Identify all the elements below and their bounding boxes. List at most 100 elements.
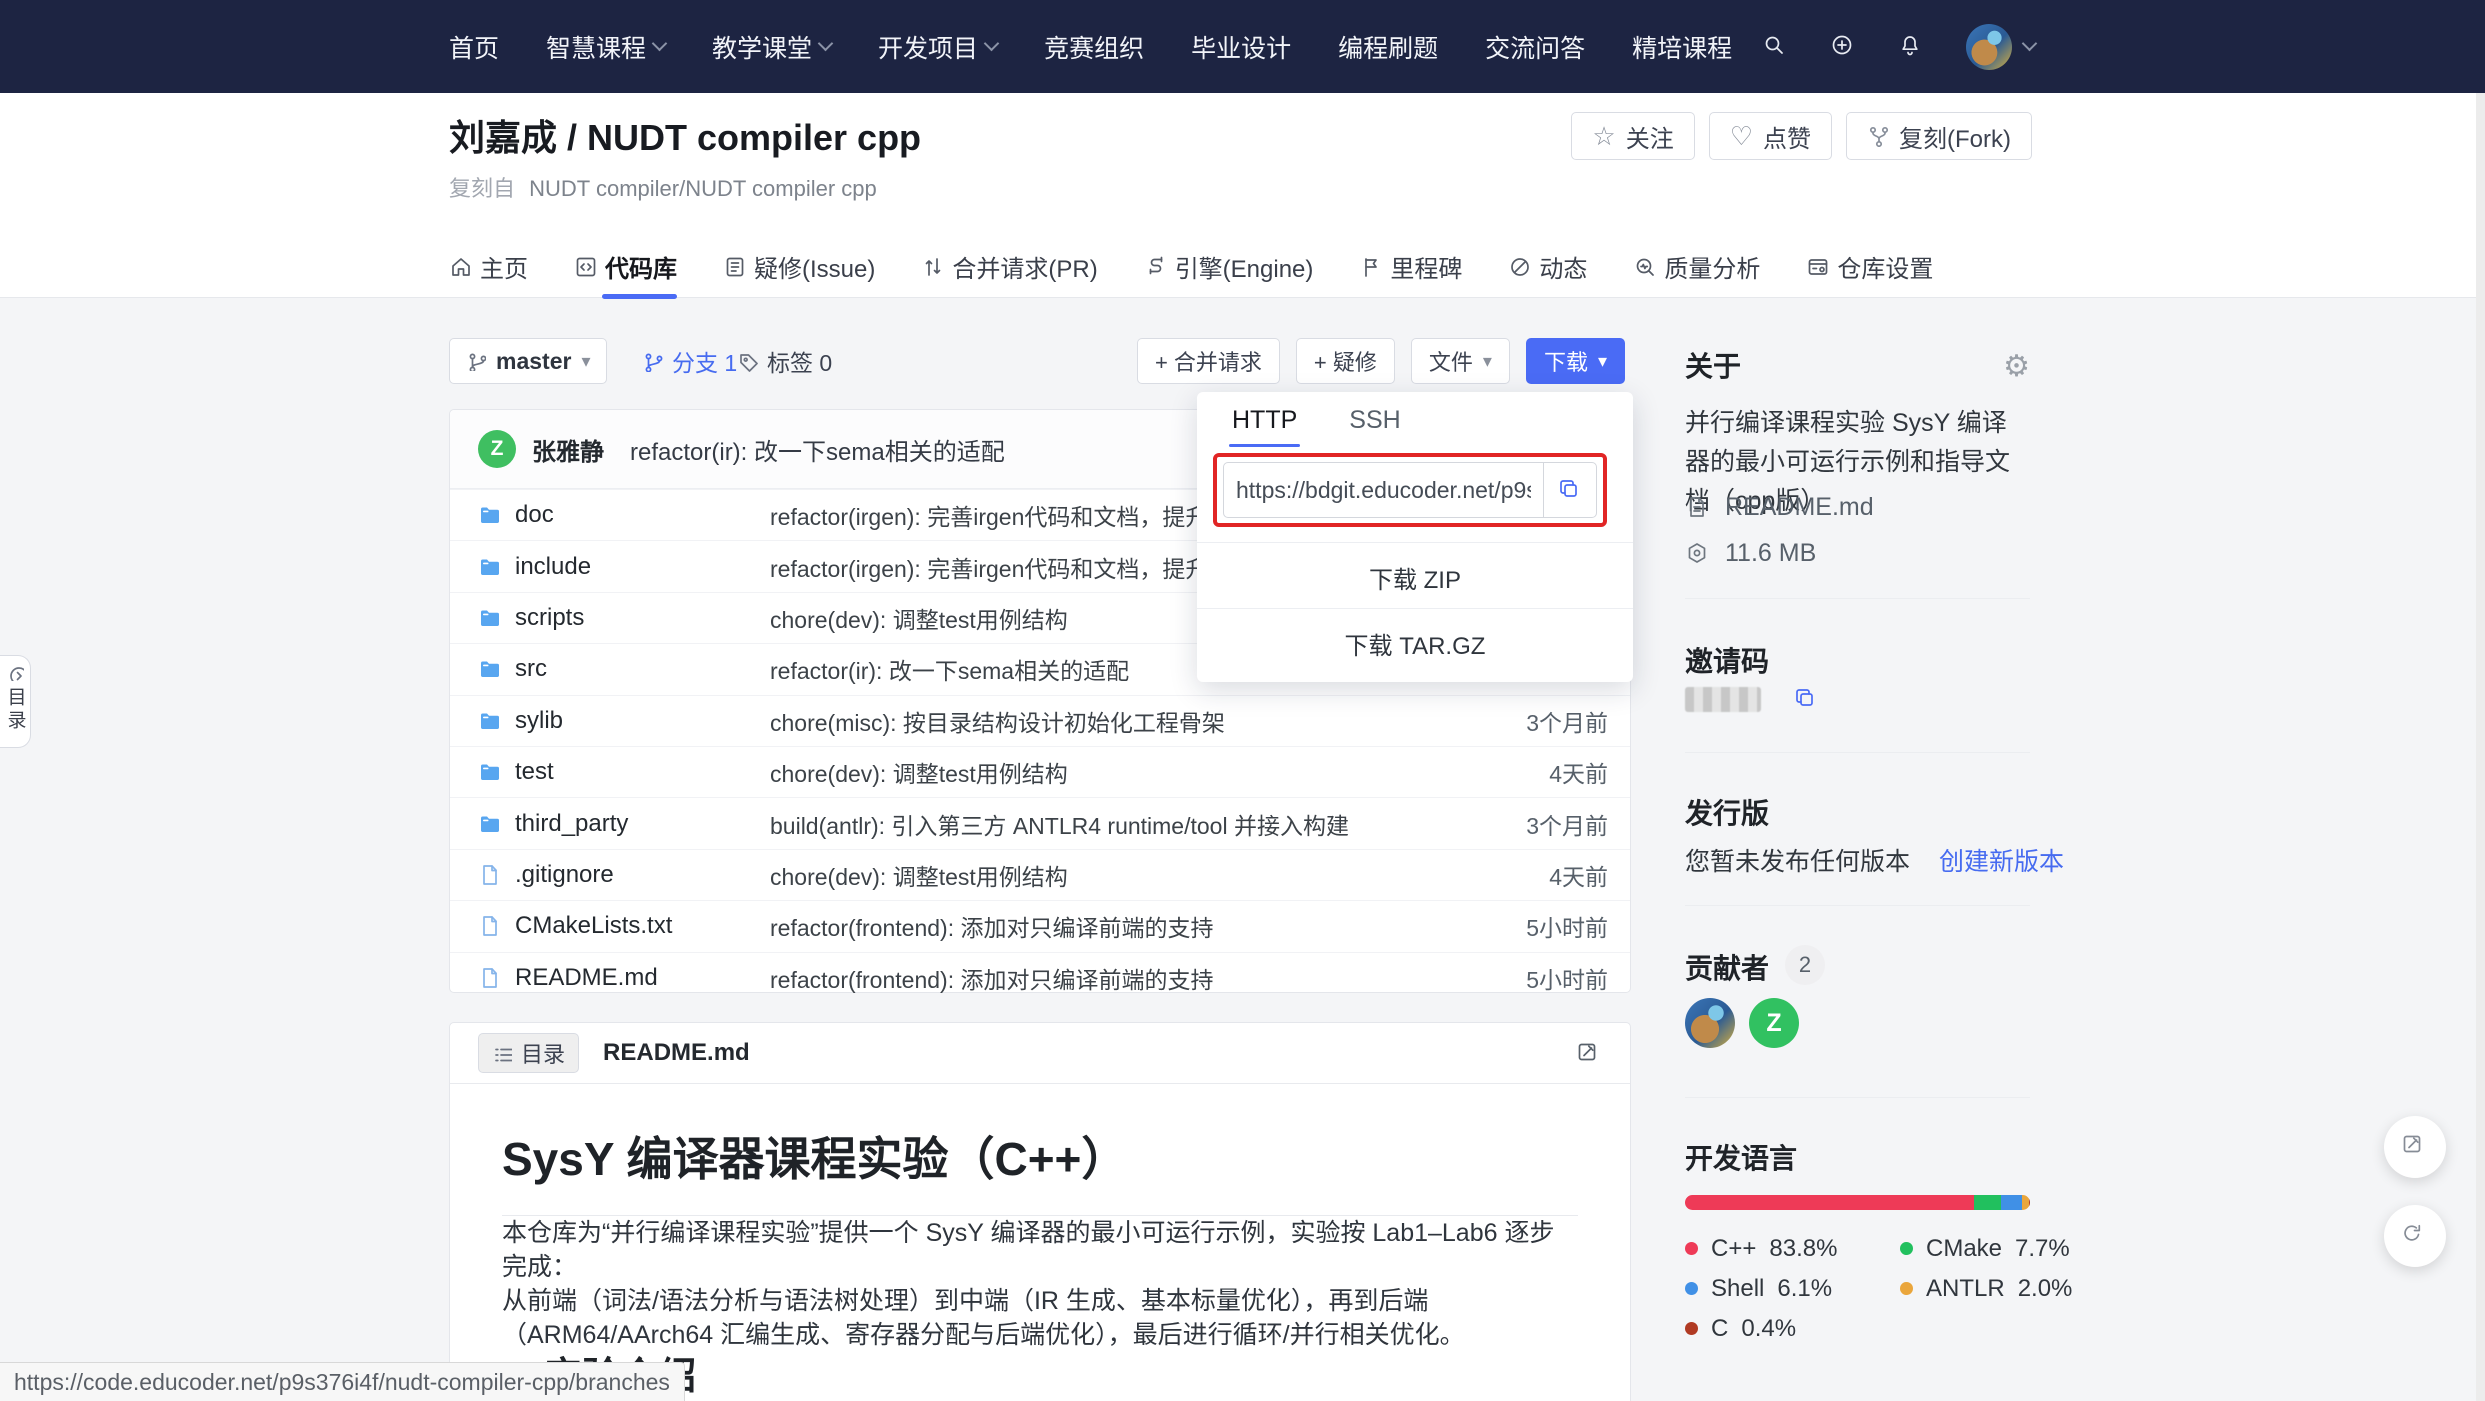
tab-engine[interactable]: 引擎(Engine) xyxy=(1144,243,1314,297)
download-zip-item[interactable]: 下载 ZIP xyxy=(1197,560,1633,595)
file-name[interactable]: test xyxy=(515,758,554,786)
readme-link[interactable]: README.md xyxy=(1685,493,1874,522)
download-button[interactable]: 下载▾ xyxy=(1526,338,1625,384)
file-row[interactable]: third_party build(antlr): 引入第三方 ANTLR4 r… xyxy=(450,797,1630,848)
copy-invite-code-button[interactable] xyxy=(1793,686,1820,713)
clone-url-input[interactable] xyxy=(1224,463,1543,517)
tab-label: 代码库 xyxy=(605,249,677,284)
folder-icon xyxy=(478,657,502,681)
file-name[interactable]: third_party xyxy=(515,810,628,838)
legend-item: CMake7.7% xyxy=(1900,1233,2072,1264)
nav-item-teaching[interactable]: 教学课堂 xyxy=(712,29,831,65)
tab-label: 动态 xyxy=(1539,249,1587,284)
file-commit-message[interactable]: chore(dev): 调整test用例结构 xyxy=(770,858,1438,892)
file-commit-message[interactable]: refactor(frontend): 添加对只编译前端的支持 xyxy=(770,961,1438,995)
chevron-down-icon xyxy=(2022,36,2038,52)
branch-selector[interactable]: master ▾ xyxy=(449,338,607,384)
nav-item-premium-courses[interactable]: 精培课程 xyxy=(1632,29,1732,65)
nav-item-competitions[interactable]: 竞赛组织 xyxy=(1044,29,1144,65)
file-commit-message[interactable]: refactor(frontend): 添加对只编译前端的支持 xyxy=(770,909,1438,943)
file-commit-message[interactable]: chore(dev): 调整test用例结构 xyxy=(770,755,1438,789)
chevron-right-circle-icon xyxy=(7,664,24,681)
legend-dot xyxy=(1685,1242,1698,1255)
file-commit-message[interactable]: chore(misc): 按目录结构设计初始化工程骨架 xyxy=(770,704,1438,738)
nav-item-smart-courses[interactable]: 智慧课程 xyxy=(546,29,665,65)
plus-circle-icon[interactable] xyxy=(1830,33,1858,61)
tab-quality[interactable]: 质量分析 xyxy=(1633,243,1760,297)
caret-down-icon: ▾ xyxy=(581,351,590,372)
file-name[interactable]: scripts xyxy=(515,604,584,632)
readme-filename[interactable]: README.md xyxy=(603,1039,750,1067)
tab-ssh[interactable]: SSH xyxy=(1349,406,1400,447)
tab-http[interactable]: HTTP xyxy=(1232,406,1297,447)
edit-readme-button[interactable] xyxy=(1575,1040,1602,1067)
tab-issues[interactable]: 疑修(Issue) xyxy=(723,243,875,297)
contributor-avatar[interactable] xyxy=(1685,998,1735,1048)
nav-item-qa[interactable]: 交流问答 xyxy=(1485,29,1585,65)
file-name[interactable]: README.md xyxy=(515,964,658,992)
scrollbar[interactable] xyxy=(2476,93,2485,1401)
fork-button[interactable]: 复刻(Fork) xyxy=(1846,112,2032,160)
nav-label: 编程刷题 xyxy=(1338,29,1438,65)
file-name[interactable]: include xyxy=(515,553,591,581)
settings-icon xyxy=(1806,255,1828,277)
contributors-count-badge: 2 xyxy=(1785,945,1825,985)
file-row[interactable]: test chore(dev): 调整test用例结构 4天前 xyxy=(450,746,1630,797)
divider xyxy=(1197,608,1633,609)
file-row[interactable]: CMakeLists.txt refactor(frontend): 添加对只编… xyxy=(450,900,1630,951)
share-refresh-fab[interactable] xyxy=(2384,1205,2446,1267)
commit-author-avatar[interactable]: Z xyxy=(478,430,516,468)
file-name[interactable]: CMakeLists.txt xyxy=(515,912,672,940)
file-name-cell: sylib xyxy=(450,707,770,735)
file-row[interactable]: sylib chore(misc): 按目录结构设计初始化工程骨架 3个月前 xyxy=(450,695,1630,746)
tab-milestones[interactable]: 里程碑 xyxy=(1359,243,1462,297)
readme-card: 目录 README.md SysY 编译器课程实验（C++） 本仓库为“并行编译… xyxy=(449,1022,1631,1401)
gear-icon[interactable]: ⚙ xyxy=(2003,352,2030,382)
search-icon[interactable] xyxy=(1762,33,1790,61)
user-menu[interactable] xyxy=(1966,24,2035,70)
releases-empty-text: 您暂未发布任何版本 xyxy=(1685,848,1910,876)
branches-count[interactable]: 分支 1 xyxy=(642,338,737,384)
download-targz-item[interactable]: 下载 TAR.GZ xyxy=(1197,626,1633,661)
file-name-cell: test xyxy=(450,758,770,786)
feedback-edit-fab[interactable] xyxy=(2384,1116,2446,1178)
nav-item-graduation[interactable]: 毕业设计 xyxy=(1191,29,1291,65)
file-name[interactable]: src xyxy=(515,655,547,683)
tab-pull-requests[interactable]: 合并请求(PR) xyxy=(921,243,1097,297)
copy-url-button[interactable] xyxy=(1543,463,1596,517)
nav-item-dev-projects[interactable]: 开发项目 xyxy=(878,29,997,65)
file-commit-message[interactable]: build(antlr): 引入第三方 ANTLR4 runtime/tool … xyxy=(770,807,1438,841)
file-icon xyxy=(478,966,502,990)
nav-menu: 首页 智慧课程 教学课堂 开发项目 竞赛组织 毕业设计 编程刷题 交流问答 精培… xyxy=(449,29,1732,65)
file-menu-button[interactable]: 文件▾ xyxy=(1411,338,1510,384)
tab-code[interactable]: 代码库 xyxy=(574,243,677,297)
toc-button[interactable]: 目录 xyxy=(478,1033,579,1073)
tab-repo-settings[interactable]: 仓库设置 xyxy=(1806,243,1933,297)
divider xyxy=(1197,542,1633,543)
new-pr-button[interactable]: + 合并请求 xyxy=(1137,338,1280,384)
file-row[interactable]: README.md refactor(frontend): 添加对只编译前端的支… xyxy=(450,952,1630,1003)
toc-float-button[interactable]: 目录 xyxy=(0,655,31,748)
commit-message[interactable]: refactor(ir): 改一下sema相关的适配 xyxy=(630,432,1005,467)
languages-section: 开发语言 C++83.8% CMake7.7% Shell6.1% ANTLR2… xyxy=(1685,1137,2030,1177)
file-name[interactable]: doc xyxy=(515,501,554,529)
file-row[interactable]: .gitignore chore(dev): 调整test用例结构 4天前 xyxy=(450,849,1630,900)
file-name[interactable]: sylib xyxy=(515,707,563,735)
file-date: 4天前 xyxy=(1438,858,1630,892)
avatar[interactable] xyxy=(1966,24,2012,70)
readme-link-label: README.md xyxy=(1725,493,1874,522)
file-name[interactable]: .gitignore xyxy=(515,861,614,889)
contributor-avatar[interactable]: Z xyxy=(1749,998,1799,1048)
tab-activity[interactable]: 动态 xyxy=(1508,243,1587,297)
forked-from-repo[interactable]: NUDT compiler/NUDT compiler cpp xyxy=(529,176,877,201)
like-button[interactable]: ♡点赞 xyxy=(1709,112,1832,160)
tab-home[interactable]: 主页 xyxy=(449,243,528,297)
nav-item-home[interactable]: 首页 xyxy=(449,29,499,65)
bell-icon[interactable] xyxy=(1898,33,1926,61)
create-release-link[interactable]: 创建新版本 xyxy=(1939,848,2064,876)
commit-author[interactable]: 张雅静 xyxy=(532,432,604,467)
nav-item-coding-practice[interactable]: 编程刷题 xyxy=(1338,29,1438,65)
watch-button[interactable]: ☆关注 xyxy=(1571,112,1694,160)
tags-count[interactable]: 标签 0 xyxy=(737,338,832,384)
new-issue-button[interactable]: + 疑修 xyxy=(1296,338,1395,384)
